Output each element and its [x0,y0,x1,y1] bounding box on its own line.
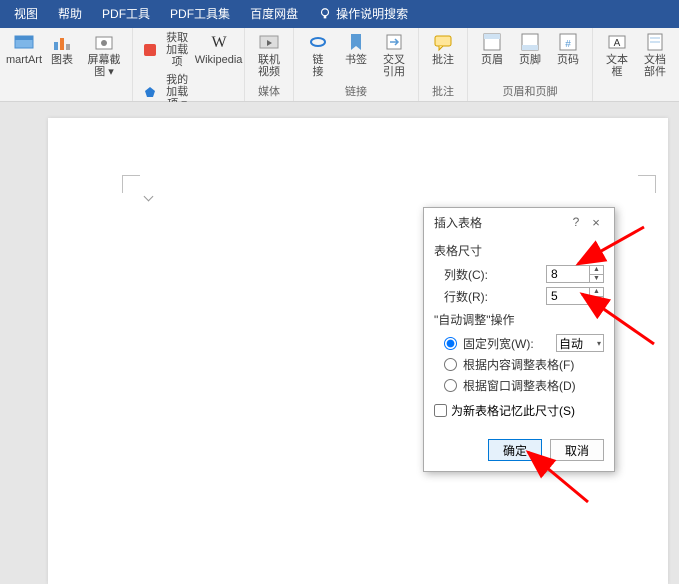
dialog-title: 插入表格 [434,214,566,231]
autofit-window-label: 根据窗口调整表格(D) [463,377,576,394]
fixed-width-radio[interactable] [444,337,457,350]
ribbon-group-addins: 获取加载项 我的加载项 ▾ W Wikipedia 加载项 [133,28,245,101]
remember-size-checkbox[interactable] [434,404,447,417]
cross-reference-button[interactable]: 交叉引用 [376,30,412,80]
chart-button[interactable]: 图表 [44,30,80,68]
menu-help[interactable]: 帮助 [48,0,92,28]
comment-button[interactable]: 批注 [425,30,461,68]
ribbon-group-illustrations: martArt 图表 屏幕截图 ▾ [0,28,133,101]
ok-button[interactable]: 确定 [488,439,542,461]
page-number-button[interactable]: # 页码 [550,30,586,68]
text-box-button[interactable]: A 文本框 [599,30,635,80]
ribbon-group-header-footer: 页眉 页脚 # 页码 页眉和页脚 [468,28,593,101]
menu-pdf-toolset[interactable]: PDF工具集 [160,0,240,28]
columns-field: 列数(C): 8 ▲ ▼ [444,265,604,283]
rows-input[interactable]: 5 [546,287,590,305]
autofit-window-radio[interactable] [444,379,457,392]
autofit-label: "自动调整"操作 [434,311,604,328]
columns-input[interactable]: 8 [546,265,590,283]
ribbon-group-text: A 文本框 文档部件 [593,28,679,101]
get-addins-button[interactable]: 获取加载项 [139,30,197,70]
svg-text:A: A [614,38,621,49]
dialog-titlebar[interactable]: 插入表格 ? × [424,208,614,236]
cancel-button[interactable]: 取消 [550,439,604,461]
table-size-label: 表格尺寸 [434,242,604,259]
columns-spin-up[interactable]: ▲ [590,265,604,274]
rows-label: 行数(R): [444,288,546,305]
dialog-close-button[interactable]: × [586,215,606,230]
doc-parts-button[interactable]: 文档部件 [637,30,673,80]
bookmark-button[interactable]: 书签 [338,30,374,68]
remember-size-label: 为新表格记忆此尺寸(S) [451,402,575,419]
margin-guide [122,175,140,193]
rows-spin-up[interactable]: ▲ [590,287,604,296]
columns-spin-down[interactable]: ▼ [590,274,604,283]
ribbon: martArt 图表 屏幕截图 ▾ 获取加载项 我的加载项 ▾ [0,28,679,102]
text-cursor [148,196,154,208]
svg-text:W: W [211,34,227,51]
insert-table-dialog: 插入表格 ? × 表格尺寸 列数(C): 8 ▲ ▼ 行数(R): 5 ▲ ▼ [423,207,615,472]
screenshot-button[interactable]: 屏幕截图 ▾ [82,30,126,80]
rows-field: 行数(R): 5 ▲ ▼ [444,287,604,305]
online-video-button[interactable]: 联机视频 [251,30,287,80]
dialog-help-button[interactable]: ? [566,215,586,229]
menu-bar: 视图 帮助 PDF工具 PDF工具集 百度网盘 操作说明搜索 [0,0,679,28]
footer-button[interactable]: 页脚 [512,30,548,68]
menu-view[interactable]: 视图 [4,0,48,28]
wikipedia-button[interactable]: W Wikipedia [199,30,238,68]
ribbon-group-media: 联机视频 媒体 [245,28,294,101]
menu-pdf-tools[interactable]: PDF工具 [92,0,160,28]
header-button[interactable]: 页眉 [474,30,510,68]
lightbulb-icon [318,7,332,21]
smartart-button[interactable]: martArt [6,30,42,68]
ribbon-group-links: 链 接 书签 交叉引用 链接 [294,28,419,101]
menu-baidu-disk[interactable]: 百度网盘 [240,0,308,28]
autofit-contents-label: 根据内容调整表格(F) [463,356,574,373]
link-button[interactable]: 链 接 [300,30,336,80]
fixed-width-label: 固定列宽(W): [463,335,550,352]
svg-text:#: # [565,39,571,50]
margin-guide [638,175,656,193]
columns-label: 列数(C): [444,266,546,283]
ribbon-group-comments: 批注 批注 [419,28,468,101]
fixed-width-combo[interactable]: 自动▾ [556,334,604,352]
autofit-contents-radio[interactable] [444,358,457,371]
menu-tell-me[interactable]: 操作说明搜索 [308,0,418,28]
rows-spin-down[interactable]: ▼ [590,296,604,305]
